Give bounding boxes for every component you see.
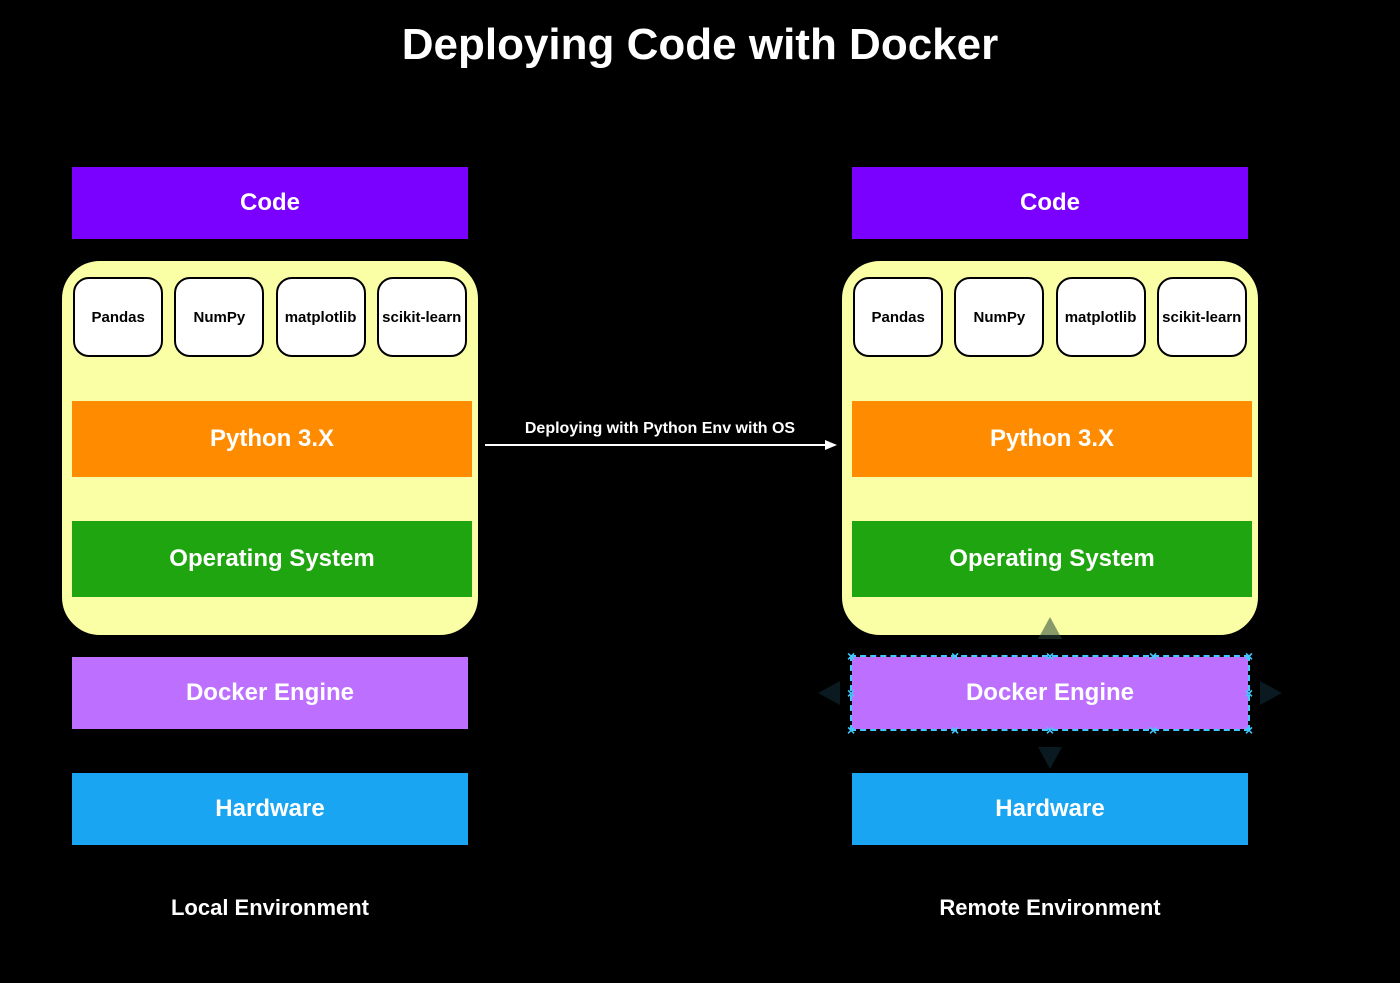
remote-environment-label: Remote Environment (840, 895, 1260, 921)
selection-handle-icon[interactable]: × (951, 723, 959, 737)
connector-arrow-down-icon[interactable] (1038, 747, 1062, 769)
remote-docker-engine-block[interactable]: Docker Engine × × × × × × × × × × × × (850, 655, 1250, 731)
selection-handle-icon[interactable]: × (847, 649, 855, 663)
local-environment-column: Code Pandas NumPy matplotlib scikit-lear… (60, 165, 480, 921)
local-lib-numpy[interactable]: NumPy (174, 277, 264, 357)
selection-handle-icon[interactable]: × (847, 686, 855, 700)
remote-libs-row: Pandas NumPy matplotlib scikit-learn (842, 277, 1258, 357)
remote-lib-numpy[interactable]: NumPy (954, 277, 1044, 357)
local-docker-engine-block[interactable]: Docker Engine (70, 655, 470, 731)
local-environment-label: Local Environment (60, 895, 480, 921)
selection-handle-icon[interactable]: × (1245, 723, 1253, 737)
selection-handle-icon[interactable]: × (847, 723, 855, 737)
arrow-line-icon (485, 444, 835, 446)
local-libs-row: Pandas NumPy matplotlib scikit-learn (62, 277, 478, 357)
local-lib-matplotlib[interactable]: matplotlib (276, 277, 366, 357)
local-lib-pandas[interactable]: Pandas (73, 277, 163, 357)
remote-code-block[interactable]: Code (850, 165, 1250, 241)
remote-python-block[interactable]: Python 3.X (852, 401, 1252, 477)
selection-handle-icon[interactable]: × (1046, 649, 1054, 663)
connector-arrow-up-icon[interactable] (1038, 617, 1062, 639)
selection-handle-icon[interactable]: × (951, 649, 959, 663)
deployment-arrow[interactable]: Deploying with Python Env with OS (485, 420, 835, 480)
selection-handle-icon[interactable]: × (1046, 723, 1054, 737)
local-code-block[interactable]: Code (70, 165, 470, 241)
selection-handle-icon[interactable]: × (1245, 649, 1253, 663)
remote-lib-matplotlib[interactable]: matplotlib (1056, 277, 1146, 357)
remote-hardware-block[interactable]: Hardware (850, 771, 1250, 847)
selection-handle-icon[interactable]: × (1149, 649, 1157, 663)
selection-handle-icon[interactable]: × (1245, 686, 1253, 700)
remote-container-outline[interactable]: Pandas NumPy matplotlib scikit-learn Pyt… (840, 259, 1260, 637)
remote-lib-pandas[interactable]: Pandas (853, 277, 943, 357)
local-lib-scikit[interactable]: scikit-learn (377, 277, 467, 357)
deployment-arrow-label: Deploying with Python Env with OS (485, 420, 835, 438)
remote-environment-column: Code Pandas NumPy matplotlib scikit-lear… (840, 165, 1260, 921)
local-python-block[interactable]: Python 3.X (72, 401, 472, 477)
selection-handle-icon[interactable]: × (1149, 723, 1157, 737)
page-title: Deploying Code with Docker (0, 20, 1400, 70)
remote-os-block[interactable]: Operating System (852, 521, 1252, 597)
remote-docker-engine-label: Docker Engine (966, 679, 1134, 707)
remote-lib-scikit[interactable]: scikit-learn (1157, 277, 1247, 357)
connector-arrow-right-icon[interactable] (1260, 681, 1282, 705)
connector-arrow-left-icon[interactable] (818, 681, 840, 705)
local-hardware-block[interactable]: Hardware (70, 771, 470, 847)
local-os-block[interactable]: Operating System (72, 521, 472, 597)
local-container-outline[interactable]: Pandas NumPy matplotlib scikit-learn Pyt… (60, 259, 480, 637)
